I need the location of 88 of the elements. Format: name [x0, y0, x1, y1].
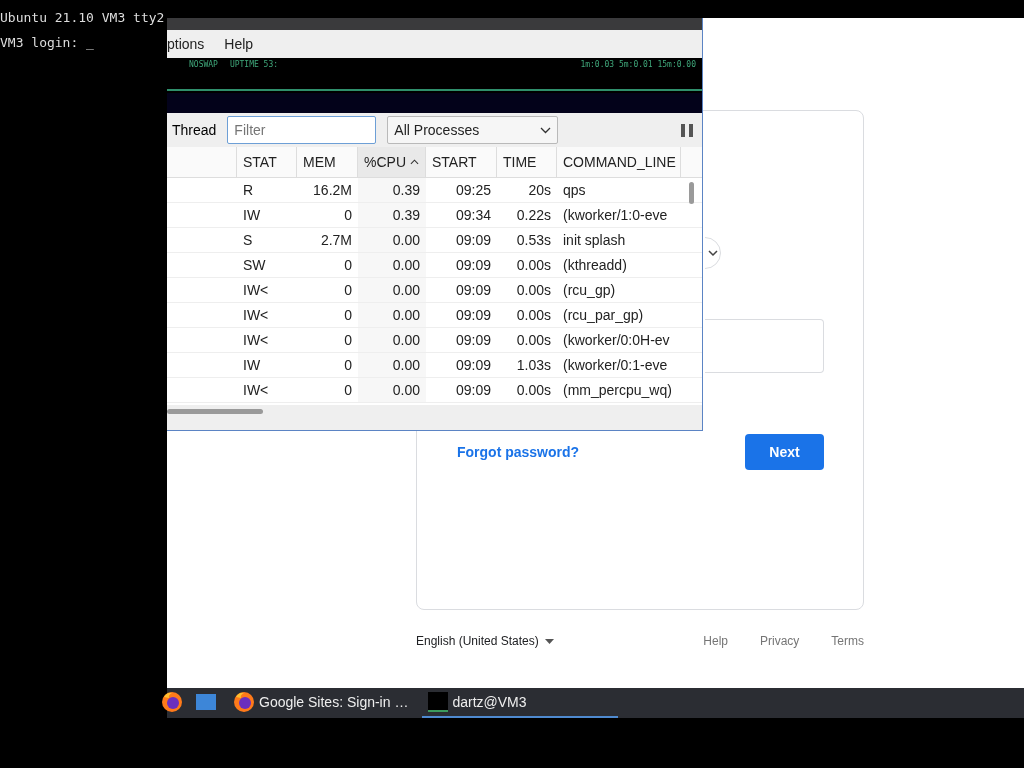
column-header[interactable]: STAT [237, 147, 297, 177]
table-cell-text: S [242, 231, 254, 250]
next-button[interactable]: Next [745, 434, 824, 470]
footer-link[interactable]: Terms [831, 634, 864, 648]
column-header[interactable]: START [426, 147, 497, 177]
table-cell-text: 09:09 [454, 281, 492, 300]
table-cell-text: 2.7M [319, 231, 353, 250]
table-cell-text: 09:09 [454, 381, 492, 400]
menu-item[interactable]: Help [224, 36, 254, 52]
footer-link[interactable]: Privacy [760, 634, 800, 648]
forgot-password-link[interactable]: Forgot password? [457, 444, 580, 460]
table-cell-text: (kworker/0:0H-ev [562, 331, 671, 350]
table-cell: 0.00 [358, 228, 426, 252]
caret-icon [544, 638, 554, 644]
table-cell: 0.00 [358, 303, 426, 327]
table-cell-text: 0.00s [515, 381, 552, 400]
scrollbar-thumb[interactable] [167, 409, 263, 414]
table-cell-text: 0.53s [515, 231, 552, 250]
table-cell-text: 09:34 [454, 206, 492, 225]
scrollbar-thumb[interactable] [689, 182, 694, 204]
table-cell: 0.39 [358, 178, 426, 202]
table-cell-text: IW< [242, 381, 270, 400]
table-cell-text: 1.03s [515, 356, 552, 375]
table-cell-text: IW [242, 356, 262, 375]
table-cell-text: 0 [343, 281, 353, 300]
table-cell: 0.00 [358, 328, 426, 352]
language-selector[interactable]: English (United States) [416, 634, 554, 648]
menu-item[interactable]: ptions [167, 36, 205, 52]
table-cell-text: init splash [562, 231, 627, 250]
pause-icon[interactable] [681, 123, 694, 137]
sort-icon [410, 159, 419, 165]
table-cell-text: qps [562, 181, 587, 200]
column-header[interactable]: TIME [497, 147, 557, 177]
table-cell-text: 0 [343, 331, 353, 350]
table-cell: 0.00 [358, 253, 426, 277]
taskbar-task[interactable]: Google Sites: Sign-in … [227, 688, 415, 718]
table-cell-text: (mm_percpu_wq) [562, 381, 673, 400]
column-header[interactable]: COMMAND_LINE [557, 147, 681, 177]
table-cell-text: 20s [527, 181, 552, 200]
console-line: Ubuntu 21.10 VM3 tty2 [0, 10, 165, 25]
table-cell: 0.00 [358, 353, 426, 377]
table-cell: 0.00 [358, 278, 426, 302]
column-header[interactable]: %CPU [358, 147, 426, 177]
table-cell-text: IW< [242, 281, 270, 300]
table-cell-text: 0 [343, 206, 353, 225]
window-icon [195, 693, 217, 711]
console-line: VM3 login: _ [0, 35, 95, 50]
firefox-icon [161, 691, 183, 713]
table-cell: 0.39 [358, 203, 426, 227]
table-cell-text: 0.00s [515, 281, 552, 300]
table-cell-text: 09:25 [454, 181, 492, 200]
table-cell-text: (kthreadd) [562, 256, 628, 275]
password-field[interactable] [705, 319, 824, 373]
taskbar-task[interactable]: dartz@VM3 [422, 688, 619, 718]
table-cell-text: (kworker/0:1-eve [562, 356, 669, 375]
table-cell-text: 0 [343, 306, 353, 325]
table-cell: 0.00 [358, 378, 426, 402]
table-cell-text: (rcu_par_gp) [562, 306, 645, 325]
table-cell-text: 09:09 [454, 256, 492, 275]
table-cell-text: 0.00s [515, 331, 552, 350]
footer-link[interactable]: Help [703, 634, 728, 648]
table-cell-text: (rcu_gp) [562, 281, 617, 300]
table-cell-text: 0.00s [515, 306, 552, 325]
table-cell-text: IW [242, 206, 262, 225]
table-cell-text: 09:09 [454, 306, 492, 325]
table-cell-text: 0 [343, 381, 353, 400]
table-cell-text: 09:09 [454, 231, 492, 250]
table-cell-text: R [242, 181, 255, 200]
table-cell-text: SW [242, 256, 267, 275]
table-cell-text: 0.00s [515, 256, 552, 275]
table-cell-text: IW< [242, 331, 270, 350]
table-cell-text: IW< [242, 306, 270, 325]
process-scope-dropdown[interactable]: All Processes [387, 116, 559, 144]
table-cell-text: 0.22s [515, 206, 552, 225]
graph-label: UPTIME 53: [229, 60, 279, 69]
table-cell-text: 0 [343, 256, 353, 275]
table-cell-text: 09:09 [454, 331, 492, 350]
chevron-icon [540, 126, 552, 134]
terminal-icon [428, 692, 449, 712]
table-cell-text: (kworker/1:0-eve [562, 206, 669, 225]
table-cell-text: 0 [343, 356, 353, 375]
table-cell-text: 16.2M [312, 181, 353, 200]
firefox-icon [233, 691, 255, 713]
graph-label: NOSWAP [189, 60, 218, 69]
load-average: 1m:0.03 5m:0.01 15m:0.00 [580, 60, 696, 69]
thread-label: Thread [172, 122, 217, 138]
table-cell-text: 09:09 [454, 356, 492, 375]
filter-field[interactable]: Filter [227, 116, 377, 144]
